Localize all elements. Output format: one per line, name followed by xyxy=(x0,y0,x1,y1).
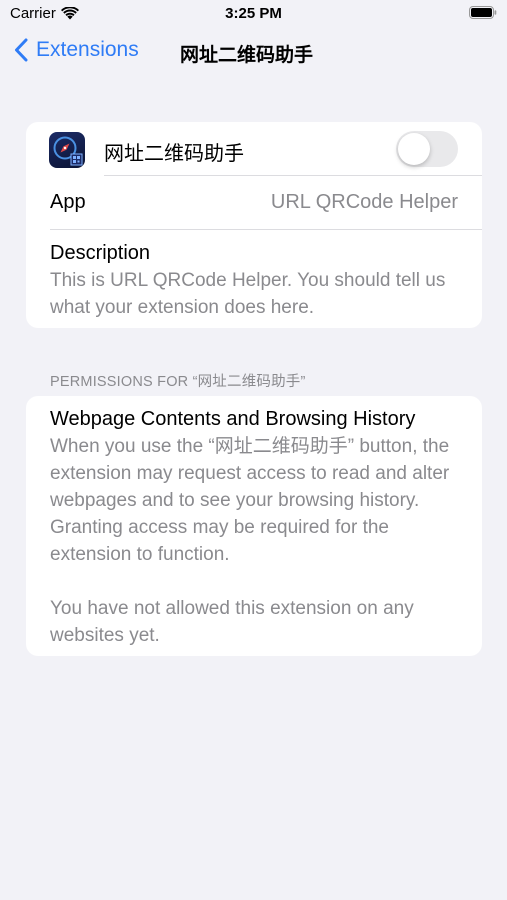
page-title: 网址二维码助手 xyxy=(180,45,314,66)
screen: Carrier 3:25 PM Extensions 网址二维码助手 网址二维码… xyxy=(0,0,507,900)
app-label: App xyxy=(50,191,86,213)
chevron-left-icon xyxy=(15,38,28,62)
permissions-content: Webpage Contents and Browsing History Wh… xyxy=(50,406,465,649)
extension-name: 网址二维码助手 xyxy=(104,143,244,165)
extension-toggle-row: 网址二维码助手 xyxy=(26,122,482,176)
permission-description: When you use the “网址二维码助手” button, the e… xyxy=(50,436,450,565)
safari-compass-qr-icon xyxy=(53,136,83,166)
permissions-card: Webpage Contents and Browsing History Wh… xyxy=(26,396,482,656)
description-row: Description This is URL QRCode Helper. Y… xyxy=(50,239,460,321)
app-row: App URL QRCode Helper xyxy=(26,176,482,229)
app-icon xyxy=(49,132,85,168)
back-button[interactable]: Extensions xyxy=(14,38,139,62)
description-text: This is URL QRCode Helper. You should te… xyxy=(50,270,446,318)
extension-enable-toggle[interactable] xyxy=(396,131,458,167)
navigation-bar: Extensions 网址二维码助手 xyxy=(0,30,507,75)
battery-icon xyxy=(469,6,497,19)
permission-status: You have not allowed this extension on a… xyxy=(50,598,414,646)
description-label: Description xyxy=(50,242,151,264)
back-label: Extensions xyxy=(36,38,139,61)
toggle-knob xyxy=(398,133,430,165)
row-divider xyxy=(50,229,482,230)
status-time: 3:25 PM xyxy=(225,5,282,22)
extension-info-card: 网址二维码助手 App URL QRCode Helper Descriptio… xyxy=(26,122,482,328)
app-value: URL QRCode Helper xyxy=(270,191,458,213)
permissions-section-header: PERMISSIONS FOR “网址二维码助手” xyxy=(50,374,306,390)
status-bar: Carrier 3:25 PM xyxy=(0,0,507,30)
permission-title: Webpage Contents and Browsing History xyxy=(50,408,416,430)
